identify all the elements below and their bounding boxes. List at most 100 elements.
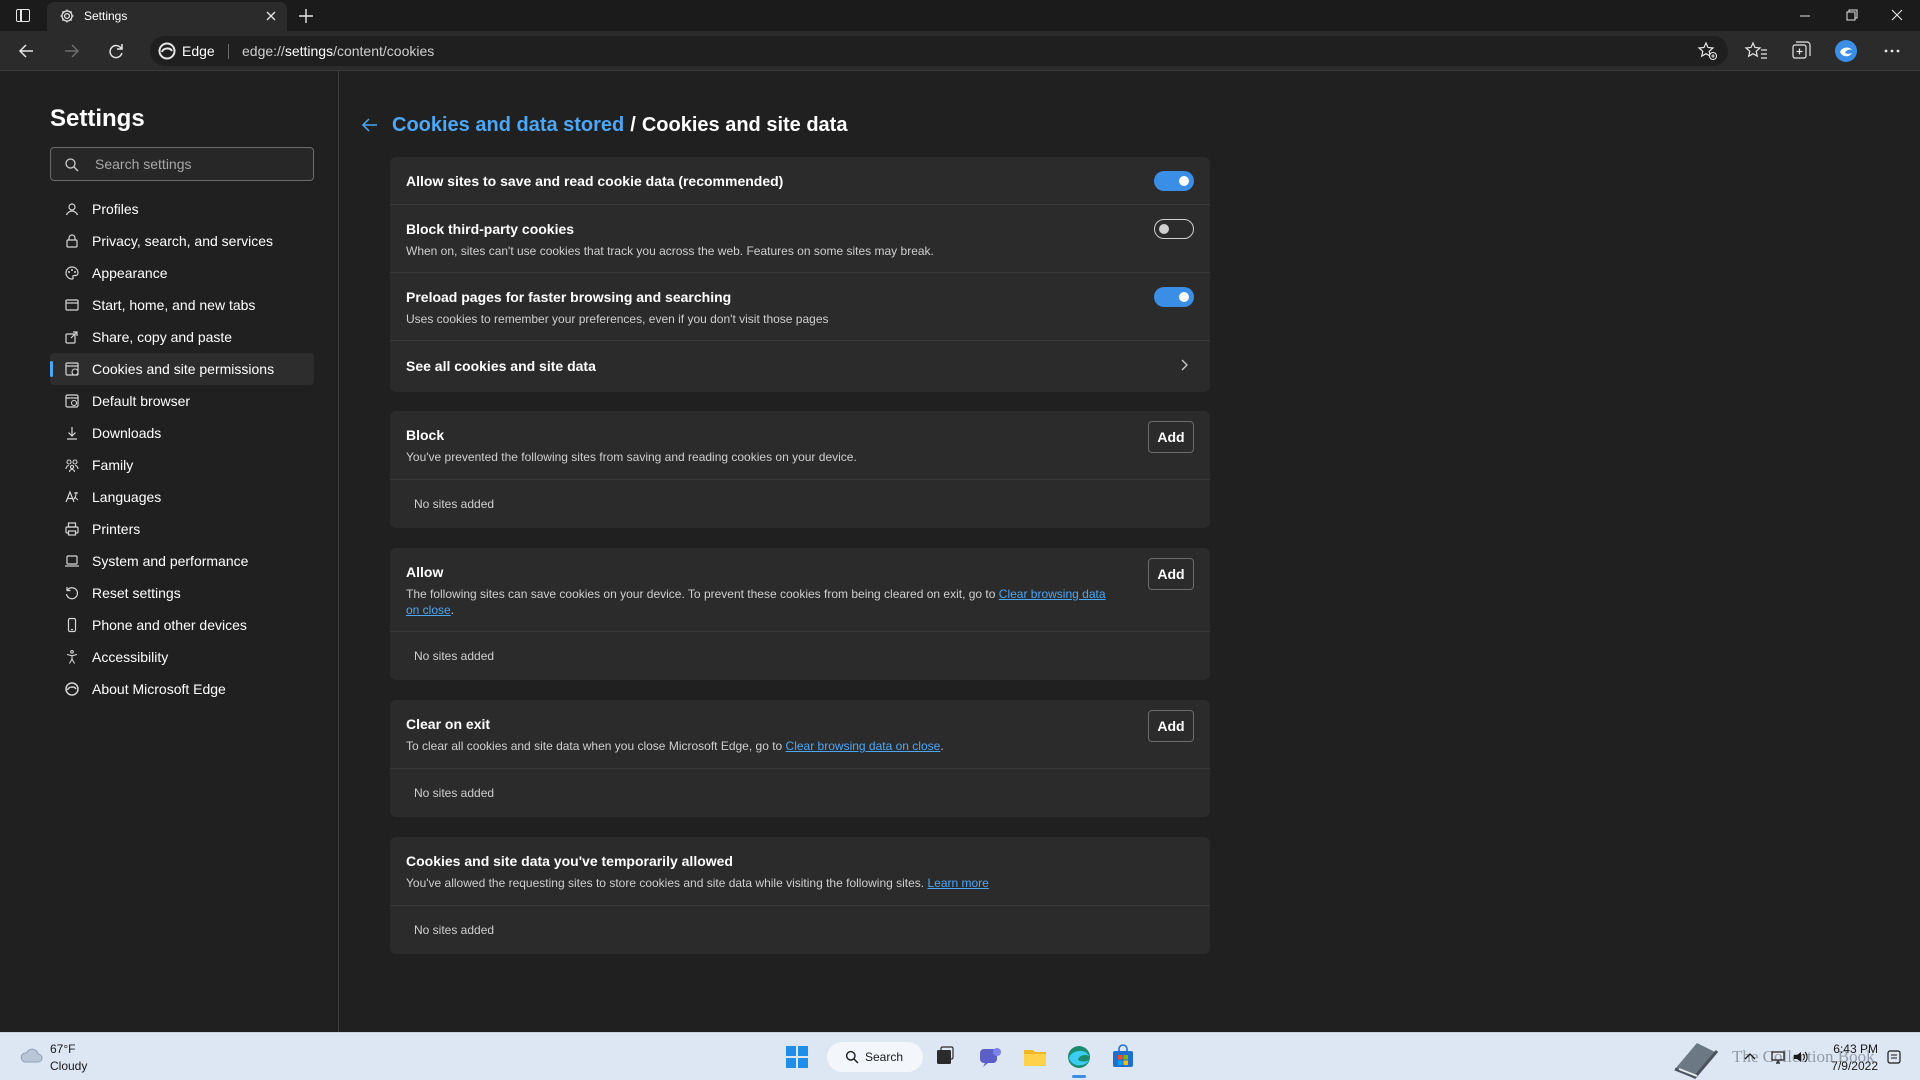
clock-date[interactable]: 7/9/2022 — [1831, 1059, 1878, 1073]
sidebar-item-label: Reset settings — [92, 585, 181, 601]
forward-arrow-icon[interactable] — [55, 37, 87, 65]
cloud-icon[interactable] — [18, 1045, 44, 1065]
clear-on-exit-card: Clear on exit To clear all cookies and s… — [390, 700, 1210, 817]
clear-on-exit-browsing-link[interactable]: Clear browsing data on close — [786, 739, 941, 753]
window-icon — [65, 299, 79, 311]
clear-on-exit-desc: To clear all cookies and site data when … — [406, 738, 944, 754]
sidebar-item-label: Appearance — [92, 265, 168, 281]
allow-desc-text: The following sites can save cookies on … — [406, 587, 999, 601]
sidebar-item-label: Start, home, and new tabs — [92, 297, 256, 313]
taskbar-search-button[interactable]: Search — [827, 1042, 923, 1072]
block-third-party-toggle[interactable] — [1154, 219, 1194, 239]
start-menu-icon[interactable] — [782, 1042, 812, 1072]
edge-icon — [65, 682, 79, 696]
title-bar: Settings — [0, 0, 1920, 31]
sidebar-item-system-and-performance[interactable]: System and performance — [50, 545, 314, 577]
volume-icon[interactable] — [1792, 1049, 1808, 1065]
preload-pages-title: Preload pages for faster browsing and se… — [406, 289, 732, 305]
reset-icon — [65, 587, 79, 600]
tab-actions-button[interactable] — [12, 6, 34, 26]
allow-add-button[interactable]: Add — [1148, 558, 1194, 590]
see-all-cookies-title: See all cookies and site data — [406, 358, 596, 374]
store-icon[interactable] — [1108, 1042, 1138, 1072]
close-tab-icon[interactable] — [261, 6, 281, 26]
favorites-icon[interactable] — [1740, 37, 1772, 65]
notifications-icon[interactable] — [1886, 1049, 1902, 1065]
edge-browser-icon[interactable] — [1064, 1042, 1094, 1072]
add-favorite-icon[interactable] — [1696, 40, 1720, 62]
sidebar-item-privacy-search-and-services[interactable]: Privacy, search, and services — [50, 225, 314, 257]
sidebar-item-printers[interactable]: Printers — [50, 513, 314, 545]
block-third-party-desc: When on, sites can't use cookies that tr… — [406, 244, 934, 258]
block-list-card: Block You've prevented the following sit… — [390, 411, 1210, 528]
block-third-party-row: Block third-party cookies When on, sites… — [390, 205, 1210, 273]
sidebar-item-share-copy-and-paste[interactable]: Share, copy and paste — [50, 321, 314, 353]
browser-toolbar: Edge edge://settings/content/cookies — [0, 31, 1920, 71]
address-divider — [228, 44, 229, 59]
address-bar[interactable]: Edge edge://settings/content/cookies — [150, 36, 1728, 66]
sidebar-item-default-browser[interactable]: Default browser — [50, 385, 314, 417]
profile-avatar-icon[interactable] — [1830, 37, 1862, 65]
sidebar-item-label: Privacy, search, and services — [92, 233, 274, 249]
sidebar-item-phone-and-other-devices[interactable]: Phone and other devices — [50, 609, 314, 641]
temporarily-allowed-card: Cookies and site data you've temporarily… — [390, 837, 1210, 954]
back-arrow-icon[interactable] — [358, 113, 382, 137]
sidebar-item-accessibility[interactable]: Accessibility — [50, 641, 314, 673]
back-arrow-icon[interactable] — [11, 37, 43, 65]
language-icon — [65, 490, 79, 503]
sidebar-item-appearance[interactable]: Appearance — [50, 257, 314, 289]
weather-temperature: 67°F — [50, 1042, 76, 1056]
block-add-button[interactable]: Add — [1148, 421, 1194, 453]
temporary-title: Cookies and site data you've temporarily… — [406, 853, 733, 869]
chat-icon[interactable] — [975, 1042, 1005, 1072]
clear-on-exit-add-button[interactable]: Add — [1148, 710, 1194, 742]
page-title: Cookies and site data — [641, 113, 848, 136]
close-window-icon[interactable] — [1874, 0, 1920, 31]
allow-header-row: Allow The following sites can save cooki… — [390, 548, 1210, 632]
network-icon[interactable] — [1770, 1049, 1786, 1065]
palette-icon — [65, 266, 79, 280]
preload-pages-toggle[interactable] — [1154, 287, 1194, 307]
search-settings-box[interactable] — [50, 147, 314, 181]
sidebar-item-about-microsoft-edge[interactable]: About Microsoft Edge — [50, 673, 314, 705]
collections-icon[interactable] — [1784, 37, 1816, 65]
accessibility-icon — [66, 649, 78, 664]
file-explorer-icon[interactable] — [1020, 1042, 1050, 1072]
gear-icon — [60, 9, 74, 23]
minimize-icon[interactable] — [1782, 0, 1828, 31]
sidebar-item-reset-settings[interactable]: Reset settings — [50, 577, 314, 609]
more-options-icon[interactable] — [1876, 37, 1908, 65]
block-header-row: Block You've prevented the following sit… — [390, 411, 1210, 480]
restore-icon[interactable] — [1828, 0, 1874, 31]
profile-icon — [65, 203, 79, 216]
sidebar-item-profiles[interactable]: Profiles — [50, 193, 314, 225]
weather-condition: Cloudy — [50, 1059, 88, 1073]
sidebar-item-label: Share, copy and paste — [92, 329, 233, 345]
phone-icon — [67, 617, 77, 633]
sidebar-item-cookies-and-site-permissions[interactable]: Cookies and site permissions — [50, 353, 314, 385]
chevron-up-icon[interactable] — [1742, 1049, 1758, 1065]
search-settings-input[interactable] — [95, 148, 305, 180]
new-tab-icon[interactable] — [294, 4, 318, 28]
clock-time[interactable]: 6:43 PM — [1833, 1042, 1878, 1056]
sidebar-item-start-home-and-new-tabs[interactable]: Start, home, and new tabs — [50, 289, 314, 321]
sidebar-item-languages[interactable]: Languages — [50, 481, 314, 513]
allow-empty-row: No sites added — [390, 632, 1210, 680]
lock-icon — [66, 234, 78, 248]
refresh-icon[interactable] — [100, 37, 132, 65]
task-view-icon[interactable] — [930, 1042, 960, 1072]
edge-logo-icon — [158, 42, 176, 60]
tab-settings[interactable]: Settings — [47, 2, 287, 31]
settings-title: Settings — [50, 105, 145, 132]
site-identity-chip[interactable]: Edge — [158, 40, 215, 62]
url-text[interactable]: edge://settings/content/cookies — [242, 43, 434, 59]
allow-cookies-toggle[interactable] — [1154, 171, 1194, 191]
sidebar-item-label: Cookies and site permissions — [92, 361, 275, 377]
see-all-cookies-row[interactable]: See all cookies and site data — [390, 341, 1210, 391]
temporary-desc-text: You've allowed the requesting sites to s… — [406, 876, 928, 890]
learn-more-link[interactable]: Learn more — [927, 876, 988, 890]
sidebar-item-family[interactable]: Family — [50, 449, 314, 481]
sidebar-item-downloads[interactable]: Downloads — [50, 417, 314, 449]
temporary-header-row: Cookies and site data you've temporarily… — [390, 837, 1210, 906]
breadcrumb-parent-link[interactable]: Cookies and data stored — [392, 114, 624, 137]
